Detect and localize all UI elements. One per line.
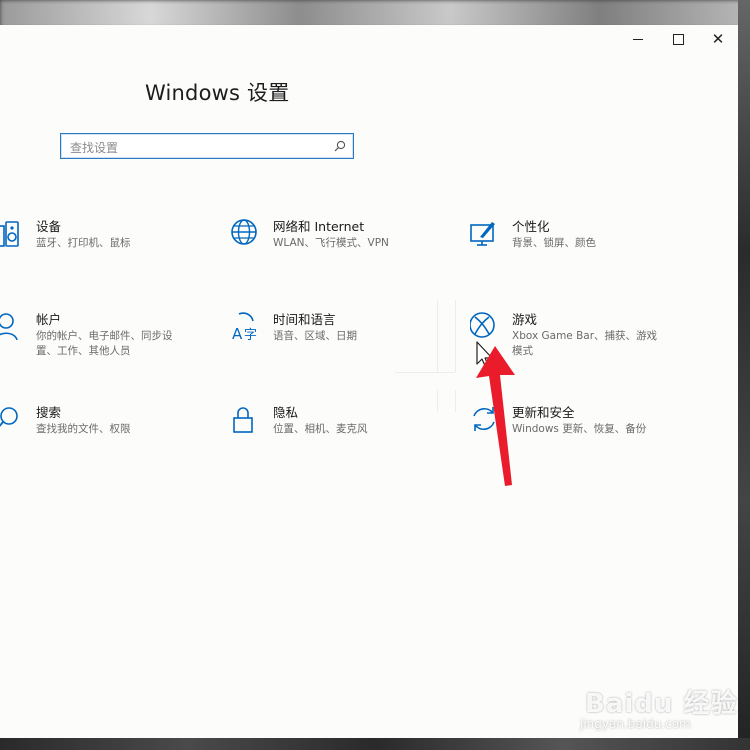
search-icon[interactable] <box>333 139 347 153</box>
maximize-icon <box>672 33 684 45</box>
item-desc: 语音、区域、日期 <box>273 330 357 342</box>
svg-text:字: 字 <box>244 328 257 343</box>
keyboard-speaker-icon <box>0 221 19 247</box>
item-desc: 置、工作、其他人员 <box>36 345 131 357</box>
paint-display-icon <box>470 222 495 246</box>
time-language-icon: A 字 <box>232 312 257 343</box>
minimize-button[interactable] <box>618 25 658 53</box>
item-title: 搜索 <box>36 405 62 420</box>
search-box[interactable]: 查找设置 <box>60 133 354 159</box>
settings-item-search[interactable]: 搜索 查找我的文件、权限 <box>0 404 204 464</box>
lock-icon <box>233 407 253 433</box>
item-title: 更新和安全 <box>512 405 575 420</box>
svg-text:A: A <box>232 325 243 343</box>
item-desc: 蓝牙、打印机、鼠标 <box>36 237 131 249</box>
item-title: 个性化 <box>512 219 550 234</box>
background-right <box>738 0 750 750</box>
minimize-icon <box>633 38 643 40</box>
settings-item-accounts[interactable]: 帐户 你的帐户、电子邮件、同步设 置、工作、其他人员 <box>0 311 204 371</box>
xbox-icon <box>470 312 495 338</box>
watermark-logo: Baidu 经验 <box>585 689 738 719</box>
divider <box>455 300 456 372</box>
settings-item-personalization[interactable]: 个性化 背景、锁屏、颜色 <box>470 218 680 278</box>
item-desc: 模式 <box>512 345 533 357</box>
search-input[interactable]: 查找设置 <box>70 139 118 156</box>
person-icon <box>0 313 18 341</box>
close-button[interactable]: ✕ <box>698 25 738 53</box>
close-icon: ✕ <box>711 30 725 48</box>
globe-icon <box>231 219 257 245</box>
item-desc: Xbox Game Bar、捕获、游戏 <box>512 330 658 342</box>
item-title: 隐私 <box>273 405 299 420</box>
item-title: 时间和语言 <box>273 312 336 327</box>
item-title: 设备 <box>36 219 62 234</box>
watermark-url: jingyan.baidu.com <box>580 717 691 731</box>
background-bottom <box>0 738 750 750</box>
settings-item-devices[interactable]: 设备 蓝牙、打印机、鼠标 <box>0 218 204 278</box>
item-title: 网络和 Internet <box>273 219 365 234</box>
red-arrow-annotation-icon <box>476 346 515 486</box>
page-title: Windows 设置 <box>145 81 290 105</box>
settings-item-privacy[interactable]: 隐私 位置、相机、麦克风 <box>231 404 441 464</box>
item-desc: WLAN、飞行模式、VPN <box>273 237 389 249</box>
item-desc: Windows 更新、恢复、备份 <box>512 423 647 435</box>
item-title: 帐户 <box>36 312 62 327</box>
settings-item-time-language[interactable]: A 字 时间和语言 语音、区域、日期 <box>231 311 441 371</box>
item-desc: 你的帐户、电子邮件、同步设 <box>36 330 173 342</box>
item-desc: 背景、锁屏、颜色 <box>512 237 596 249</box>
settings-window: ✕ Windows 设置 查找设置 设备 蓝牙、打印机、鼠标 网络和 Inter… <box>0 25 738 738</box>
divider <box>455 390 456 412</box>
background-top <box>0 0 750 28</box>
item-desc: 位置、相机、麦克风 <box>273 423 368 435</box>
divider <box>395 372 455 373</box>
item-desc: 查找我的文件、权限 <box>36 423 131 435</box>
magnifier-icon <box>0 407 18 427</box>
item-title: 游戏 <box>512 312 538 327</box>
settings-item-network[interactable]: 网络和 Internet WLAN、飞行模式、VPN <box>231 218 441 278</box>
maximize-button[interactable] <box>658 25 698 53</box>
